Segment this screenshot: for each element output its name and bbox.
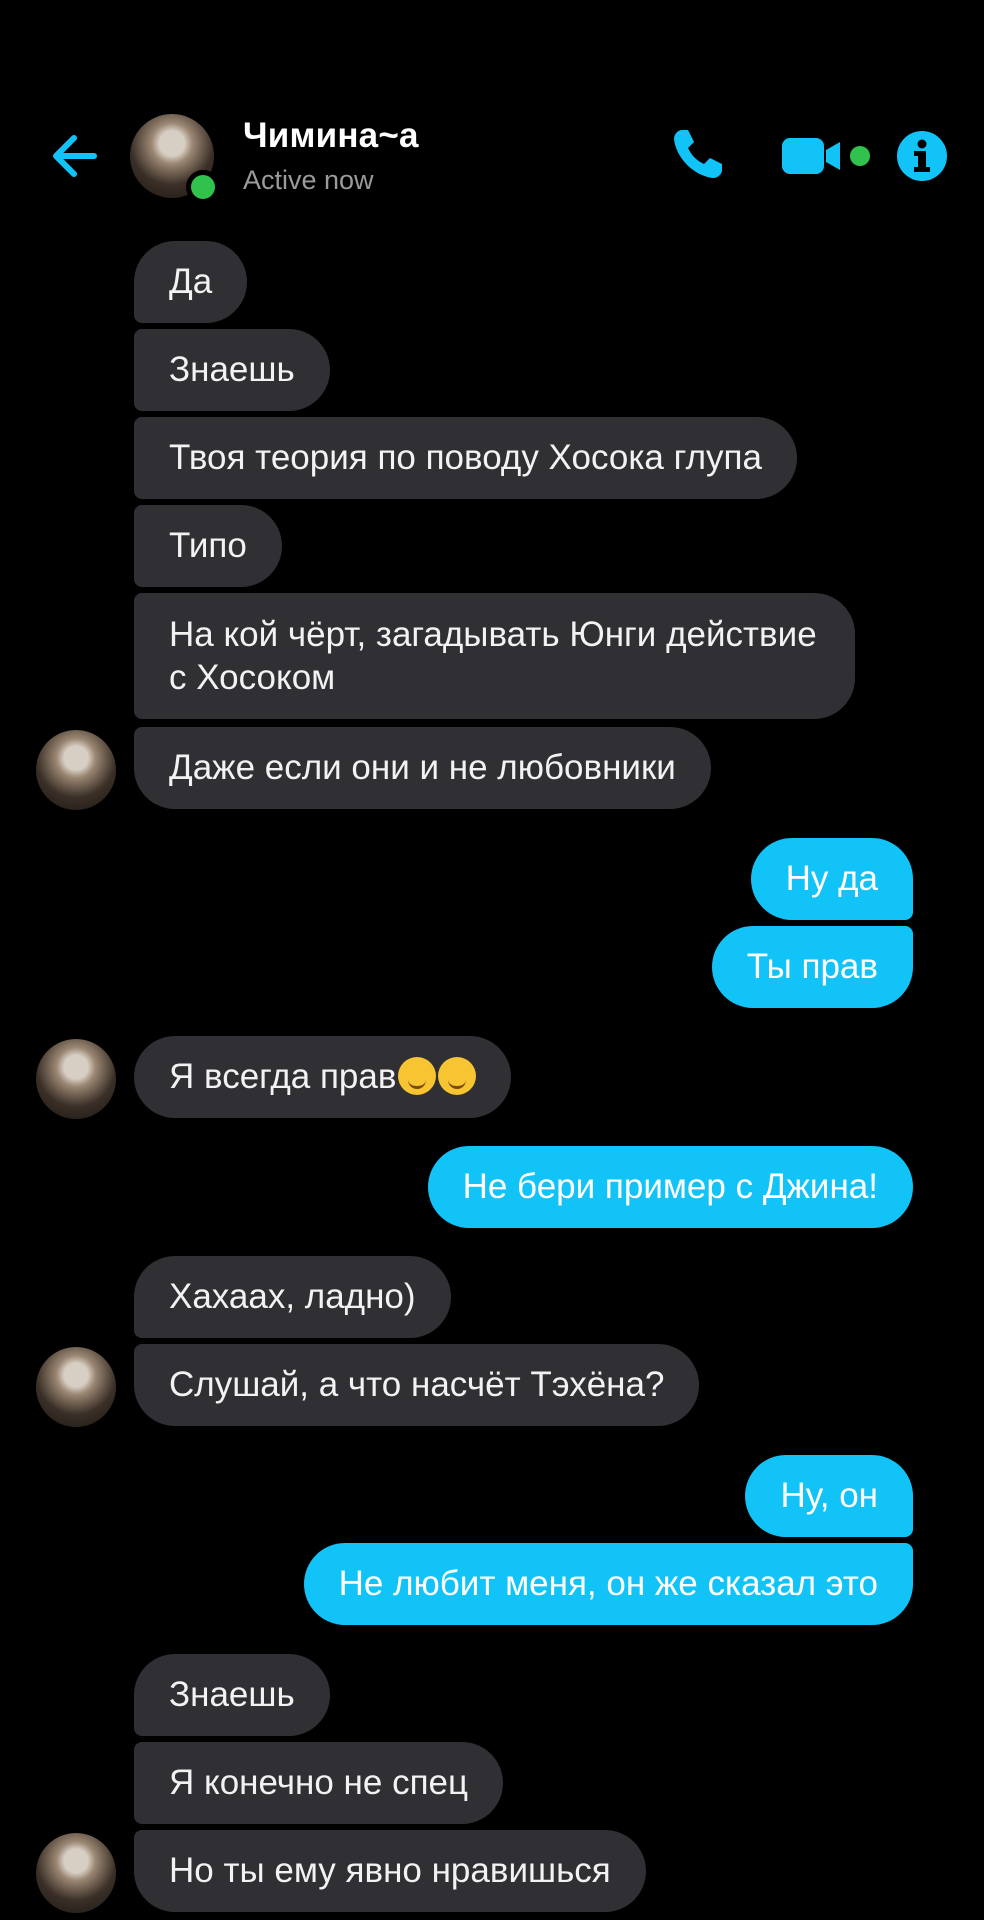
chat-header: Чимина~а Active now [0, 0, 984, 230]
message-text: Не любит меня, он же сказал это [338, 1564, 878, 1603]
message-bubble[interactable]: Твоя теория по поводу Хосока глупа [134, 417, 797, 499]
message-bubble[interactable]: Не бери пример с Джина! [427, 1146, 913, 1228]
message-text: Не бери пример с Джина! [462, 1167, 878, 1206]
message-bubble[interactable]: Я всегда прав [134, 1036, 512, 1118]
message-bubble[interactable]: Знаешь [134, 1654, 330, 1736]
message-text: Я всегда прав [169, 1057, 397, 1096]
message-bubble[interactable]: Даже если они и не любовники [134, 727, 711, 809]
message-text: Хахаах, ладно) [169, 1277, 416, 1316]
message-bubble[interactable]: На кой чёрт, загадывать Юнги действие с … [134, 593, 855, 719]
message-text: Да [169, 262, 213, 301]
message-text: На кой чёрт, загадывать Юнги действие с … [169, 615, 817, 697]
message-text: Я конечно не спец [169, 1763, 469, 1802]
back-button[interactable] [44, 128, 100, 184]
sender-avatar[interactable] [36, 730, 116, 810]
message-text: Даже если они и не любовники [169, 748, 676, 787]
message-text: Знаешь [169, 350, 295, 389]
message-bubble[interactable]: Слушай, а что насчёт Тэхёна? [134, 1344, 700, 1426]
tears-of-joy-emoji [438, 1057, 477, 1095]
message-bubble[interactable]: Да [134, 241, 248, 323]
back-arrow-icon [53, 135, 97, 177]
contact-status: Active now [243, 165, 374, 195]
message-text: Знаешь [169, 1675, 295, 1714]
message-text: Слушай, а что насчёт Тэхёна? [169, 1365, 665, 1404]
video-call-button[interactable] [780, 136, 872, 176]
sender-avatar[interactable] [36, 1833, 116, 1913]
message-text: Но ты ему явно нравишься [169, 1851, 611, 1890]
message-text: Ты прав [746, 947, 878, 986]
voice-call-button[interactable] [668, 124, 728, 184]
message-bubble[interactable]: Я конечно не спец [134, 1742, 504, 1824]
sender-avatar[interactable] [36, 1347, 116, 1427]
message-bubble[interactable]: Не любит меня, он же сказал это [303, 1543, 913, 1625]
message-bubble[interactable]: Типо [134, 505, 282, 587]
contact-name[interactable]: Чимина~а [243, 116, 419, 156]
sender-avatar[interactable] [36, 1039, 116, 1119]
info-button[interactable] [896, 130, 948, 182]
online-status-dot [186, 170, 220, 204]
message-bubble[interactable]: Ну, он [745, 1455, 913, 1537]
info-icon [897, 131, 947, 181]
phone-icon [674, 130, 722, 178]
message-text: Ну, он [780, 1476, 878, 1515]
message-bubble[interactable]: Знаешь [134, 329, 330, 411]
message-bubble[interactable]: Но ты ему явно нравишься [134, 1830, 646, 1912]
message-text: Твоя теория по поводу Хосока глупа [169, 438, 762, 477]
smirking-face-emoji [398, 1057, 437, 1095]
contact-avatar[interactable] [130, 114, 220, 204]
video-camera-icon [782, 138, 870, 174]
message-text: Типо [169, 526, 247, 565]
message-text: Ну да [785, 859, 878, 898]
message-bubble[interactable]: Ты прав [711, 926, 913, 1008]
message-bubble[interactable]: Ну да [750, 838, 913, 920]
message-bubble[interactable]: Хахаах, ладно) [134, 1256, 451, 1338]
